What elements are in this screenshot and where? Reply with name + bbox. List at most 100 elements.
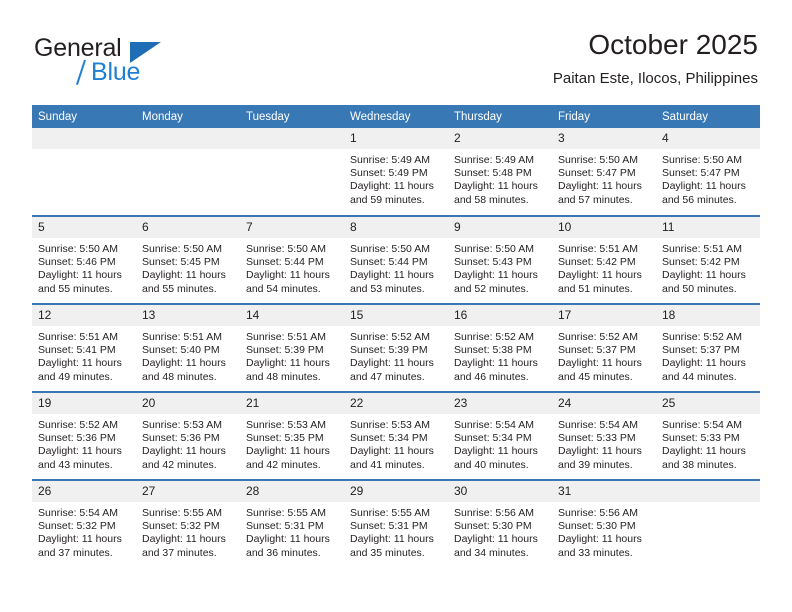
sunrise-text: Sunrise: 5:51 AM: [142, 331, 222, 343]
day-cell[interactable]: [136, 128, 240, 216]
day-cell[interactable]: 10 Sunrise: 5:51 AM Sunset: 5:42 PM Dayligh…: [552, 215, 656, 304]
day-details: Sunrise: 5:51 AM Sunset: 5:39 PM Daylight:…: [240, 326, 344, 384]
day-cell[interactable]: 15 Sunrise: 5:52 AM Sunset: 5:39 PM Dayligh…: [344, 303, 448, 392]
day-cell[interactable]: 4 Sunrise: 5:50 AM Sunset: 5:47 PM Daylight…: [656, 128, 760, 216]
day-cell[interactable]: 21 Sunrise: 5:53 AM Sunset: 5:35 PM Dayligh…: [240, 391, 344, 480]
sunrise-text: Sunrise: 5:56 AM: [558, 507, 638, 519]
day-number: 26: [32, 481, 136, 502]
day-number: 30: [448, 481, 552, 502]
day-cell[interactable]: 28 Sunrise: 5:55 AM Sunset: 5:31 PM Dayligh…: [240, 479, 344, 568]
sunset-text: Sunset: 5:48 PM: [454, 167, 532, 180]
day-number: 11: [656, 217, 760, 238]
day-number: 14: [240, 305, 344, 326]
sunrise-text: Sunrise: 5:55 AM: [246, 507, 326, 519]
day-cell[interactable]: 31 Sunrise: 5:56 AM Sunset: 5:30 PM Dayligh…: [552, 479, 656, 568]
sunset-text: Sunset: 5:46 PM: [38, 256, 116, 269]
weekday-header-tuesday: Tuesday: [240, 105, 344, 128]
sunrise-text: Sunrise: 5:49 AM: [350, 154, 430, 166]
weekday-header-sunday: Sunday: [32, 105, 136, 128]
day-details: Sunrise: 5:51 AM Sunset: 5:40 PM Daylight:…: [136, 326, 240, 384]
day-number: [136, 128, 240, 149]
day-cell[interactable]: 26 Sunrise: 5:54 AM Sunset: 5:32 PM Dayligh…: [32, 479, 136, 568]
day-details: Sunrise: 5:55 AM Sunset: 5:31 PM Daylight:…: [240, 502, 344, 560]
day-cell[interactable]: 1 Sunrise: 5:49 AM Sunset: 5:49 PM Daylight…: [344, 128, 448, 216]
day-details: Sunrise: 5:53 AM Sunset: 5:36 PM Daylight:…: [136, 414, 240, 472]
sunrise-text: Sunrise: 5:50 AM: [246, 243, 326, 255]
day-cell[interactable]: [656, 479, 760, 568]
day-cell[interactable]: 8 Sunrise: 5:50 AM Sunset: 5:44 PM Daylight…: [344, 215, 448, 304]
sunset-text: Sunset: 5:34 PM: [454, 432, 532, 445]
day-cell[interactable]: 14 Sunrise: 5:51 AM Sunset: 5:39 PM Dayligh…: [240, 303, 344, 392]
day-cell[interactable]: 17 Sunrise: 5:52 AM Sunset: 5:37 PM Dayligh…: [552, 303, 656, 392]
daylight-text: Daylight: 11 hours and 36 minutes.: [246, 533, 330, 559]
day-cell[interactable]: 3 Sunrise: 5:50 AM Sunset: 5:47 PM Daylight…: [552, 128, 656, 216]
day-details: Sunrise: 5:52 AM Sunset: 5:36 PM Daylight:…: [32, 414, 136, 472]
sunrise-text: Sunrise: 5:55 AM: [142, 507, 222, 519]
day-cell[interactable]: 12 Sunrise: 5:51 AM Sunset: 5:41 PM Dayligh…: [32, 303, 136, 392]
day-cell[interactable]: 11 Sunrise: 5:51 AM Sunset: 5:42 PM Dayligh…: [656, 215, 760, 304]
day-cell[interactable]: 25 Sunrise: 5:54 AM Sunset: 5:33 PM Dayligh…: [656, 391, 760, 480]
general-blue-logo: General Blue: [34, 34, 264, 94]
week-row: 12 Sunrise: 5:51 AM Sunset: 5:41 PM Dayligh…: [32, 303, 760, 392]
day-cell[interactable]: 18 Sunrise: 5:52 AM Sunset: 5:37 PM Dayligh…: [656, 303, 760, 392]
day-details: Sunrise: 5:54 AM Sunset: 5:33 PM Daylight:…: [552, 414, 656, 472]
day-cell[interactable]: 23 Sunrise: 5:54 AM Sunset: 5:34 PM Dayligh…: [448, 391, 552, 480]
day-cell[interactable]: 5 Sunrise: 5:50 AM Sunset: 5:46 PM Daylight…: [32, 215, 136, 304]
day-number: 4: [656, 128, 760, 149]
day-cell[interactable]: 7 Sunrise: 5:50 AM Sunset: 5:44 PM Daylight…: [240, 215, 344, 304]
weekday-header-row: Sunday Monday Tuesday Wednesday Thursday…: [32, 105, 760, 128]
sunrise-text: Sunrise: 5:51 AM: [38, 331, 118, 343]
day-number: 12: [32, 305, 136, 326]
day-cell[interactable]: 22 Sunrise: 5:53 AM Sunset: 5:34 PM Dayligh…: [344, 391, 448, 480]
sunset-text: Sunset: 5:47 PM: [662, 167, 740, 180]
day-number: [240, 128, 344, 149]
sunrise-text: Sunrise: 5:51 AM: [662, 243, 742, 255]
weekday-header-friday: Friday: [552, 105, 656, 128]
sunset-text: Sunset: 5:47 PM: [558, 167, 636, 180]
sunset-text: Sunset: 5:36 PM: [142, 432, 220, 445]
daylight-text: Daylight: 11 hours and 33 minutes.: [558, 533, 642, 559]
day-details: Sunrise: 5:53 AM Sunset: 5:35 PM Daylight:…: [240, 414, 344, 472]
day-details: Sunrise: 5:50 AM Sunset: 5:44 PM Daylight:…: [344, 238, 448, 296]
day-cell[interactable]: 29 Sunrise: 5:55 AM Sunset: 5:31 PM Dayligh…: [344, 479, 448, 568]
daylight-text: Daylight: 11 hours and 42 minutes.: [246, 445, 330, 471]
day-cell[interactable]: 9 Sunrise: 5:50 AM Sunset: 5:43 PM Daylight…: [448, 215, 552, 304]
page-title: October 2025: [588, 29, 758, 60]
week-row: 1 Sunrise: 5:49 AM Sunset: 5:49 PM Daylight…: [32, 128, 760, 216]
sunset-text: Sunset: 5:33 PM: [558, 432, 636, 445]
day-number: 1: [344, 128, 448, 149]
sunset-text: Sunset: 5:30 PM: [558, 520, 636, 533]
day-cell[interactable]: 30 Sunrise: 5:56 AM Sunset: 5:30 PM Dayligh…: [448, 479, 552, 568]
sunset-text: Sunset: 5:32 PM: [38, 520, 116, 533]
day-cell[interactable]: 16 Sunrise: 5:52 AM Sunset: 5:38 PM Dayligh…: [448, 303, 552, 392]
day-number: 9: [448, 217, 552, 238]
day-details: Sunrise: 5:52 AM Sunset: 5:38 PM Daylight:…: [448, 326, 552, 384]
day-cell[interactable]: 24 Sunrise: 5:54 AM Sunset: 5:33 PM Dayligh…: [552, 391, 656, 480]
day-cell[interactable]: 27 Sunrise: 5:55 AM Sunset: 5:32 PM Dayligh…: [136, 479, 240, 568]
sunrise-text: Sunrise: 5:54 AM: [662, 419, 742, 431]
sunset-text: Sunset: 5:34 PM: [350, 432, 428, 445]
daylight-text: Daylight: 11 hours and 48 minutes.: [246, 357, 330, 383]
daylight-text: Daylight: 11 hours and 44 minutes.: [662, 357, 746, 383]
daylight-text: Daylight: 11 hours and 38 minutes.: [662, 445, 746, 471]
sunrise-text: Sunrise: 5:56 AM: [454, 507, 534, 519]
sunset-text: Sunset: 5:39 PM: [246, 344, 324, 357]
day-cell[interactable]: 20 Sunrise: 5:53 AM Sunset: 5:36 PM Dayligh…: [136, 391, 240, 480]
day-cell[interactable]: 13 Sunrise: 5:51 AM Sunset: 5:40 PM Dayligh…: [136, 303, 240, 392]
sunset-text: Sunset: 5:36 PM: [38, 432, 116, 445]
day-cell[interactable]: [240, 128, 344, 216]
sunset-text: Sunset: 5:38 PM: [454, 344, 532, 357]
day-cell[interactable]: 2 Sunrise: 5:49 AM Sunset: 5:48 PM Daylight…: [448, 128, 552, 216]
day-number: [656, 481, 760, 502]
daylight-text: Daylight: 11 hours and 55 minutes.: [38, 269, 122, 295]
sunset-text: Sunset: 5:30 PM: [454, 520, 532, 533]
day-cell[interactable]: 19 Sunrise: 5:52 AM Sunset: 5:36 PM Dayligh…: [32, 391, 136, 480]
sunset-text: Sunset: 5:41 PM: [38, 344, 116, 357]
day-cell[interactable]: 6 Sunrise: 5:50 AM Sunset: 5:45 PM Daylight…: [136, 215, 240, 304]
weekday-header-thursday: Thursday: [448, 105, 552, 128]
day-number: 3: [552, 128, 656, 149]
day-details: Sunrise: 5:51 AM Sunset: 5:41 PM Daylight:…: [32, 326, 136, 384]
day-number: 10: [552, 217, 656, 238]
day-cell[interactable]: [32, 128, 136, 216]
sunrise-text: Sunrise: 5:53 AM: [350, 419, 430, 431]
